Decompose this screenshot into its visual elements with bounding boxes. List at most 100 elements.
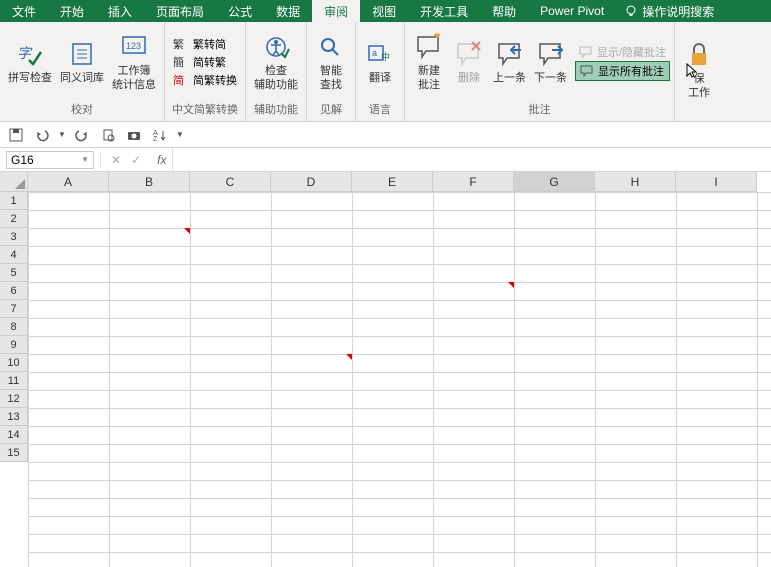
ribbon-tabs: 文件 开始 插入 页面布局 公式 数据 审阅 视图 开发工具 帮助 Power … (0, 0, 771, 22)
chevron-down-icon: ▼ (81, 155, 89, 164)
convert-icon: 简 (173, 73, 189, 87)
translate-button[interactable]: a中 翻译 (360, 36, 400, 87)
tab-insert[interactable]: 插入 (96, 0, 144, 22)
group-insights-label: 见解 (311, 99, 351, 119)
show-all-comments-button[interactable]: 显示所有批注 (575, 61, 670, 81)
column-header[interactable]: F (433, 172, 514, 192)
tab-powerpivot[interactable]: Power Pivot (528, 0, 616, 22)
redo-button[interactable] (72, 125, 92, 145)
delete-comment-button: 删除 (449, 36, 489, 87)
group-proofing-label: 校对 (4, 99, 160, 119)
tab-review[interactable]: 审阅 (312, 0, 360, 22)
row-header[interactable]: 14 (0, 426, 28, 444)
accessibility-button[interactable]: 检查 辅助功能 (250, 29, 302, 93)
quick-access-toolbar: ▼ AZ ▼ (0, 122, 771, 148)
enter-formula-icon: ✓ (131, 153, 141, 167)
stats-icon: 123 (118, 31, 150, 63)
print-preview-button[interactable] (98, 125, 118, 145)
lock-icon (683, 39, 715, 71)
tab-data[interactable]: 数据 (264, 0, 312, 22)
trad-icon: 簡 (173, 55, 189, 69)
new-comment-icon (413, 31, 445, 63)
tab-formulas[interactable]: 公式 (216, 0, 264, 22)
row-header[interactable]: 7 (0, 300, 28, 318)
group-protect-label (679, 115, 719, 119)
column-header[interactable]: C (190, 172, 271, 192)
spreadsheet-grid: ABCDEFGHI 123456789101112131415 (0, 172, 771, 567)
sort-button[interactable]: AZ (150, 125, 170, 145)
showhide-label: 显示/隐藏批注 (597, 44, 666, 60)
comment-indicator[interactable] (346, 354, 352, 360)
tab-layout[interactable]: 页面布局 (144, 0, 216, 22)
simp-to-trad-button[interactable]: 繁 繁转简 (169, 35, 241, 53)
trad-to-simp-button[interactable]: 簡 简转繁 (169, 53, 241, 71)
chinese-convert-button[interactable]: 简 简繁转换 (169, 71, 241, 89)
row-header[interactable]: 5 (0, 264, 28, 282)
spellcheck-button[interactable]: 字 拼写检查 (4, 36, 56, 87)
formula-input[interactable] (172, 148, 771, 171)
camera-button[interactable] (124, 125, 144, 145)
column-header[interactable]: D (271, 172, 352, 192)
row-header[interactable]: 6 (0, 282, 28, 300)
column-header[interactable]: I (676, 172, 757, 192)
tell-me-search[interactable]: 操作说明搜索 (616, 3, 722, 20)
row-header[interactable]: 15 (0, 444, 28, 462)
column-header[interactable]: H (595, 172, 676, 192)
protect-sheet-button[interactable]: 保 工作 (679, 37, 719, 101)
new-comment-button[interactable]: 新建 批注 (409, 29, 449, 93)
prev-comment-label: 上一条 (493, 72, 526, 85)
thesaurus-button[interactable]: 同义词库 (56, 36, 108, 87)
row-header[interactable]: 12 (0, 390, 28, 408)
row-header[interactable]: 13 (0, 408, 28, 426)
new-comment-label: 新建 批注 (418, 65, 440, 91)
svg-text:Z: Z (153, 136, 158, 142)
svg-text:簡: 簡 (173, 55, 184, 69)
accessibility-icon (260, 31, 292, 63)
translate-label: 翻译 (369, 72, 391, 85)
next-comment-label: 下一条 (534, 72, 567, 85)
del-comment-label: 删除 (458, 72, 480, 85)
stats-label: 工作簿 统计信息 (112, 65, 156, 91)
svg-text:123: 123 (126, 41, 141, 51)
svg-text:中: 中 (381, 51, 390, 62)
comment-indicator[interactable] (508, 282, 514, 288)
row-header[interactable]: 1 (0, 192, 28, 210)
column-header[interactable]: E (352, 172, 433, 192)
simp-icon: 繁 (173, 37, 189, 51)
select-all-corner[interactable] (0, 172, 28, 192)
row-header[interactable]: 8 (0, 318, 28, 336)
prev-comment-button[interactable]: 上一条 (489, 36, 530, 87)
row-header[interactable]: 9 (0, 336, 28, 354)
workbook-stats-button[interactable]: 123 工作簿 统计信息 (108, 29, 160, 93)
name-box[interactable]: G16 ▼ (6, 151, 94, 169)
tab-view[interactable]: 视图 (360, 0, 408, 22)
row-header[interactable]: 11 (0, 372, 28, 390)
column-header[interactable]: A (28, 172, 109, 192)
comment-indicator[interactable] (184, 228, 190, 234)
column-header[interactable]: G (514, 172, 595, 192)
tab-home[interactable]: 开始 (48, 0, 96, 22)
conv-label: 简繁转换 (193, 72, 237, 88)
undo-button[interactable] (32, 125, 52, 145)
row-header[interactable]: 3 (0, 228, 28, 246)
row-header[interactable]: 4 (0, 246, 28, 264)
tab-dev[interactable]: 开发工具 (408, 0, 480, 22)
tab-help[interactable]: 帮助 (480, 0, 528, 22)
tab-file[interactable]: 文件 (0, 0, 48, 22)
next-comment-button[interactable]: 下一条 (530, 36, 571, 87)
group-comments-label: 批注 (409, 99, 670, 119)
protect-label: 保 工作 (688, 73, 710, 99)
column-header[interactable]: B (109, 172, 190, 192)
next-comment-icon (535, 38, 567, 70)
svg-text:字: 字 (17, 45, 33, 61)
fx-icon[interactable]: fx (151, 153, 172, 167)
smart-lookup-button[interactable]: 智能 查找 (311, 29, 351, 93)
row-header[interactable]: 10 (0, 354, 28, 372)
save-button[interactable] (6, 125, 26, 145)
row-header[interactable]: 2 (0, 210, 28, 228)
thesaurus-icon (66, 38, 98, 70)
comment-icon (579, 46, 593, 58)
name-box-value: G16 (11, 153, 34, 167)
comments-icon (580, 65, 594, 77)
t2s-label: 简转繁 (193, 54, 226, 70)
